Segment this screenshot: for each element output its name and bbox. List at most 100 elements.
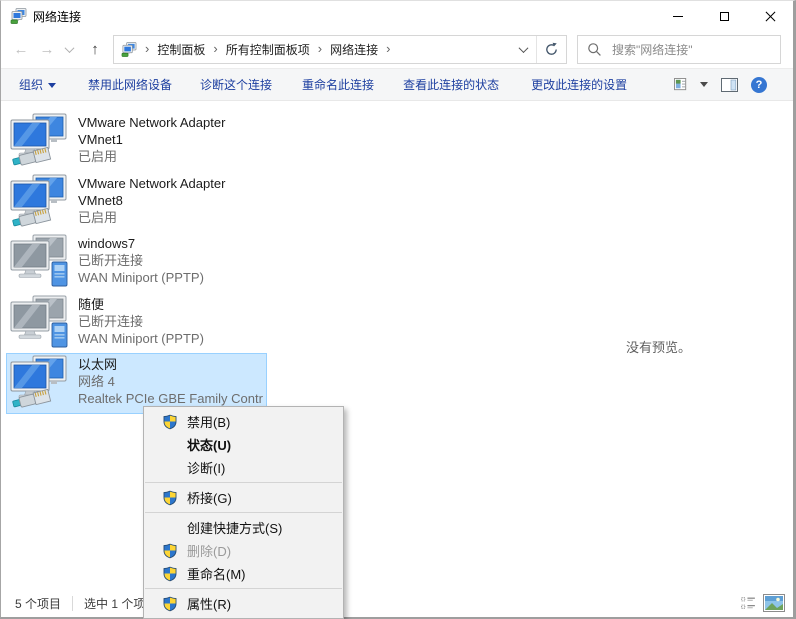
adapter-name-line2: VMnet8 — [78, 192, 225, 209]
status-divider — [72, 596, 73, 611]
recent-locations-button[interactable] — [59, 34, 79, 64]
chevron-down-icon — [518, 43, 528, 53]
adapter-status: 已启用 — [78, 148, 225, 165]
change-connection-settings-button[interactable]: 更改此连接的设置 — [531, 76, 627, 93]
address-bar[interactable]: › 控制面板 › 所有控制面板项 › 网络连接 › — [113, 35, 567, 64]
search-icon — [587, 42, 602, 57]
items-count: 5 个项目 — [15, 595, 61, 612]
dropdown-caret-icon — [48, 83, 56, 88]
view-connection-status-button[interactable]: 查看此连接的状态 — [403, 76, 499, 93]
rename-connection-button[interactable]: 重命名此连接 — [302, 76, 374, 93]
adapter-device: WAN Miniport (PPTP) — [78, 330, 204, 347]
adapter-network: 网络 4 — [78, 373, 263, 390]
adapter-name: VMware Network Adapter — [78, 175, 225, 192]
back-button[interactable]: ← — [7, 34, 35, 64]
menu-item-status[interactable]: 状态(U) — [144, 433, 343, 456]
list-item-suibian[interactable]: 随便 已断开连接 WAN Miniport (PPTP) — [6, 293, 267, 354]
network-connections-icon — [10, 8, 27, 24]
ethernet-adapter-icon — [10, 174, 74, 228]
thumbnail-view-icon — [765, 596, 783, 610]
refresh-icon — [544, 42, 559, 57]
back-icon: ← — [14, 41, 29, 58]
uac-shield-icon — [162, 490, 178, 506]
details-view-icon — [740, 595, 757, 612]
search-input[interactable] — [610, 42, 760, 58]
uac-shield-icon — [162, 596, 178, 612]
breadcrumb-all-items[interactable]: 所有控制面板项 — [226, 41, 310, 58]
menu-item-diagnose[interactable]: 诊断(I) — [144, 456, 343, 479]
window-title: 网络连接 — [33, 8, 81, 25]
crumb-separator-icon: › — [145, 42, 149, 57]
address-bar-controls — [510, 36, 566, 63]
search-box — [577, 35, 781, 64]
adapter-name: VMware Network Adapter — [78, 114, 225, 131]
menu-item-delete: 删除(D) — [144, 539, 343, 562]
maximize-icon — [720, 12, 729, 21]
adapter-name-line2: VMnet1 — [78, 131, 225, 148]
menu-item-properties[interactable]: 属性(R) — [144, 592, 343, 615]
preview-pane-toggle[interactable] — [721, 78, 738, 92]
menu-item-create-shortcut[interactable]: 创建快捷方式(S) — [144, 516, 343, 539]
adapter-status: 已断开连接 — [78, 252, 204, 269]
menu-separator — [145, 588, 342, 589]
command-toolbar: 组织 禁用此网络设备 诊断这个连接 重命名此连接 查看此连接的状态 更改此连接的… — [1, 68, 793, 101]
adapter-list: VMware Network Adapter VMnet1 已启用 VMware… — [1, 111, 421, 414]
details-view-button[interactable] — [740, 595, 757, 612]
vpn-adapter-icon — [10, 234, 74, 288]
menu-separator — [145, 512, 342, 513]
statusbar-view-buttons — [740, 594, 785, 612]
forward-button[interactable]: → — [35, 34, 59, 64]
uac-shield-icon — [162, 543, 178, 559]
titlebar[interactable]: 网络连接 — [1, 1, 793, 31]
status-bar: 5 个项目 选中 1 个项目 — [1, 589, 793, 617]
menu-icon-placeholder — [162, 520, 178, 536]
menu-item-disable[interactable]: 禁用(B) — [144, 410, 343, 433]
organize-button[interactable]: 组织 — [19, 76, 56, 93]
crumb-separator-icon: › — [318, 42, 322, 57]
large-icons-view-button[interactable] — [763, 594, 785, 612]
change-view-button[interactable] — [674, 78, 708, 92]
adapter-device: WAN Miniport (PPTP) — [78, 269, 204, 286]
uac-shield-icon — [162, 566, 178, 582]
adapter-status: 已断开连接 — [78, 313, 204, 330]
location-icon — [121, 42, 137, 57]
address-dropdown-button[interactable] — [510, 36, 536, 63]
menu-item-rename[interactable]: 重命名(M) — [144, 562, 343, 585]
refresh-button[interactable] — [536, 36, 566, 63]
adapter-name: windows7 — [78, 235, 204, 252]
views-icon — [674, 78, 689, 92]
diagnose-connection-button[interactable]: 诊断这个连接 — [200, 76, 272, 93]
dropdown-caret-icon — [700, 82, 708, 87]
maximize-button[interactable] — [701, 1, 747, 31]
context-menu: 禁用(B) 状态(U) 诊断(I) 桥接(G) 创建快捷方式(S) 删除(D) … — [143, 406, 344, 619]
preview-empty-message: 没有预览。 — [626, 337, 691, 356]
chevron-down-icon — [64, 43, 74, 53]
list-item-vmnet1[interactable]: VMware Network Adapter VMnet1 已启用 — [6, 111, 267, 172]
network-connections-window: 网络连接 ← → ↑ › 控制面板 › 所有控制面板项 › 网络连接 › — [0, 0, 796, 619]
breadcrumb-control-panel[interactable]: 控制面板 — [157, 41, 205, 58]
forward-icon: → — [40, 41, 55, 58]
list-item-vmnet8[interactable]: VMware Network Adapter VMnet8 已启用 — [6, 172, 267, 233]
list-item-windows7[interactable]: windows7 已断开连接 WAN Miniport (PPTP) — [6, 232, 267, 293]
minimize-icon — [673, 16, 683, 17]
close-icon — [765, 11, 776, 22]
close-button[interactable] — [747, 1, 793, 31]
crumb-separator-icon: › — [386, 42, 390, 57]
help-button[interactable]: ? — [751, 77, 767, 93]
menu-item-bridge[interactable]: 桥接(G) — [144, 486, 343, 509]
breadcrumb-network-connections[interactable]: 网络连接 — [330, 41, 378, 58]
uac-shield-icon — [162, 414, 178, 430]
adapter-status: 已启用 — [78, 209, 225, 226]
menu-icon-placeholder — [162, 460, 178, 476]
up-button[interactable]: ↑ — [81, 34, 109, 64]
ethernet-adapter-icon — [10, 355, 74, 409]
list-item-ethernet-selected[interactable]: 以太网 网络 4 Realtek PCIe GBE Family Contr — [6, 353, 267, 414]
minimize-button[interactable] — [655, 1, 701, 31]
crumb-separator-icon: › — [213, 42, 217, 57]
disable-device-button[interactable]: 禁用此网络设备 — [88, 76, 172, 93]
ethernet-adapter-icon — [10, 113, 74, 167]
vpn-adapter-icon — [10, 295, 74, 349]
menu-icon-placeholder — [162, 437, 178, 453]
navigation-bar: ← → ↑ › 控制面板 › 所有控制面板项 › 网络连接 › — [1, 31, 793, 68]
adapter-name: 随便 — [78, 296, 204, 313]
